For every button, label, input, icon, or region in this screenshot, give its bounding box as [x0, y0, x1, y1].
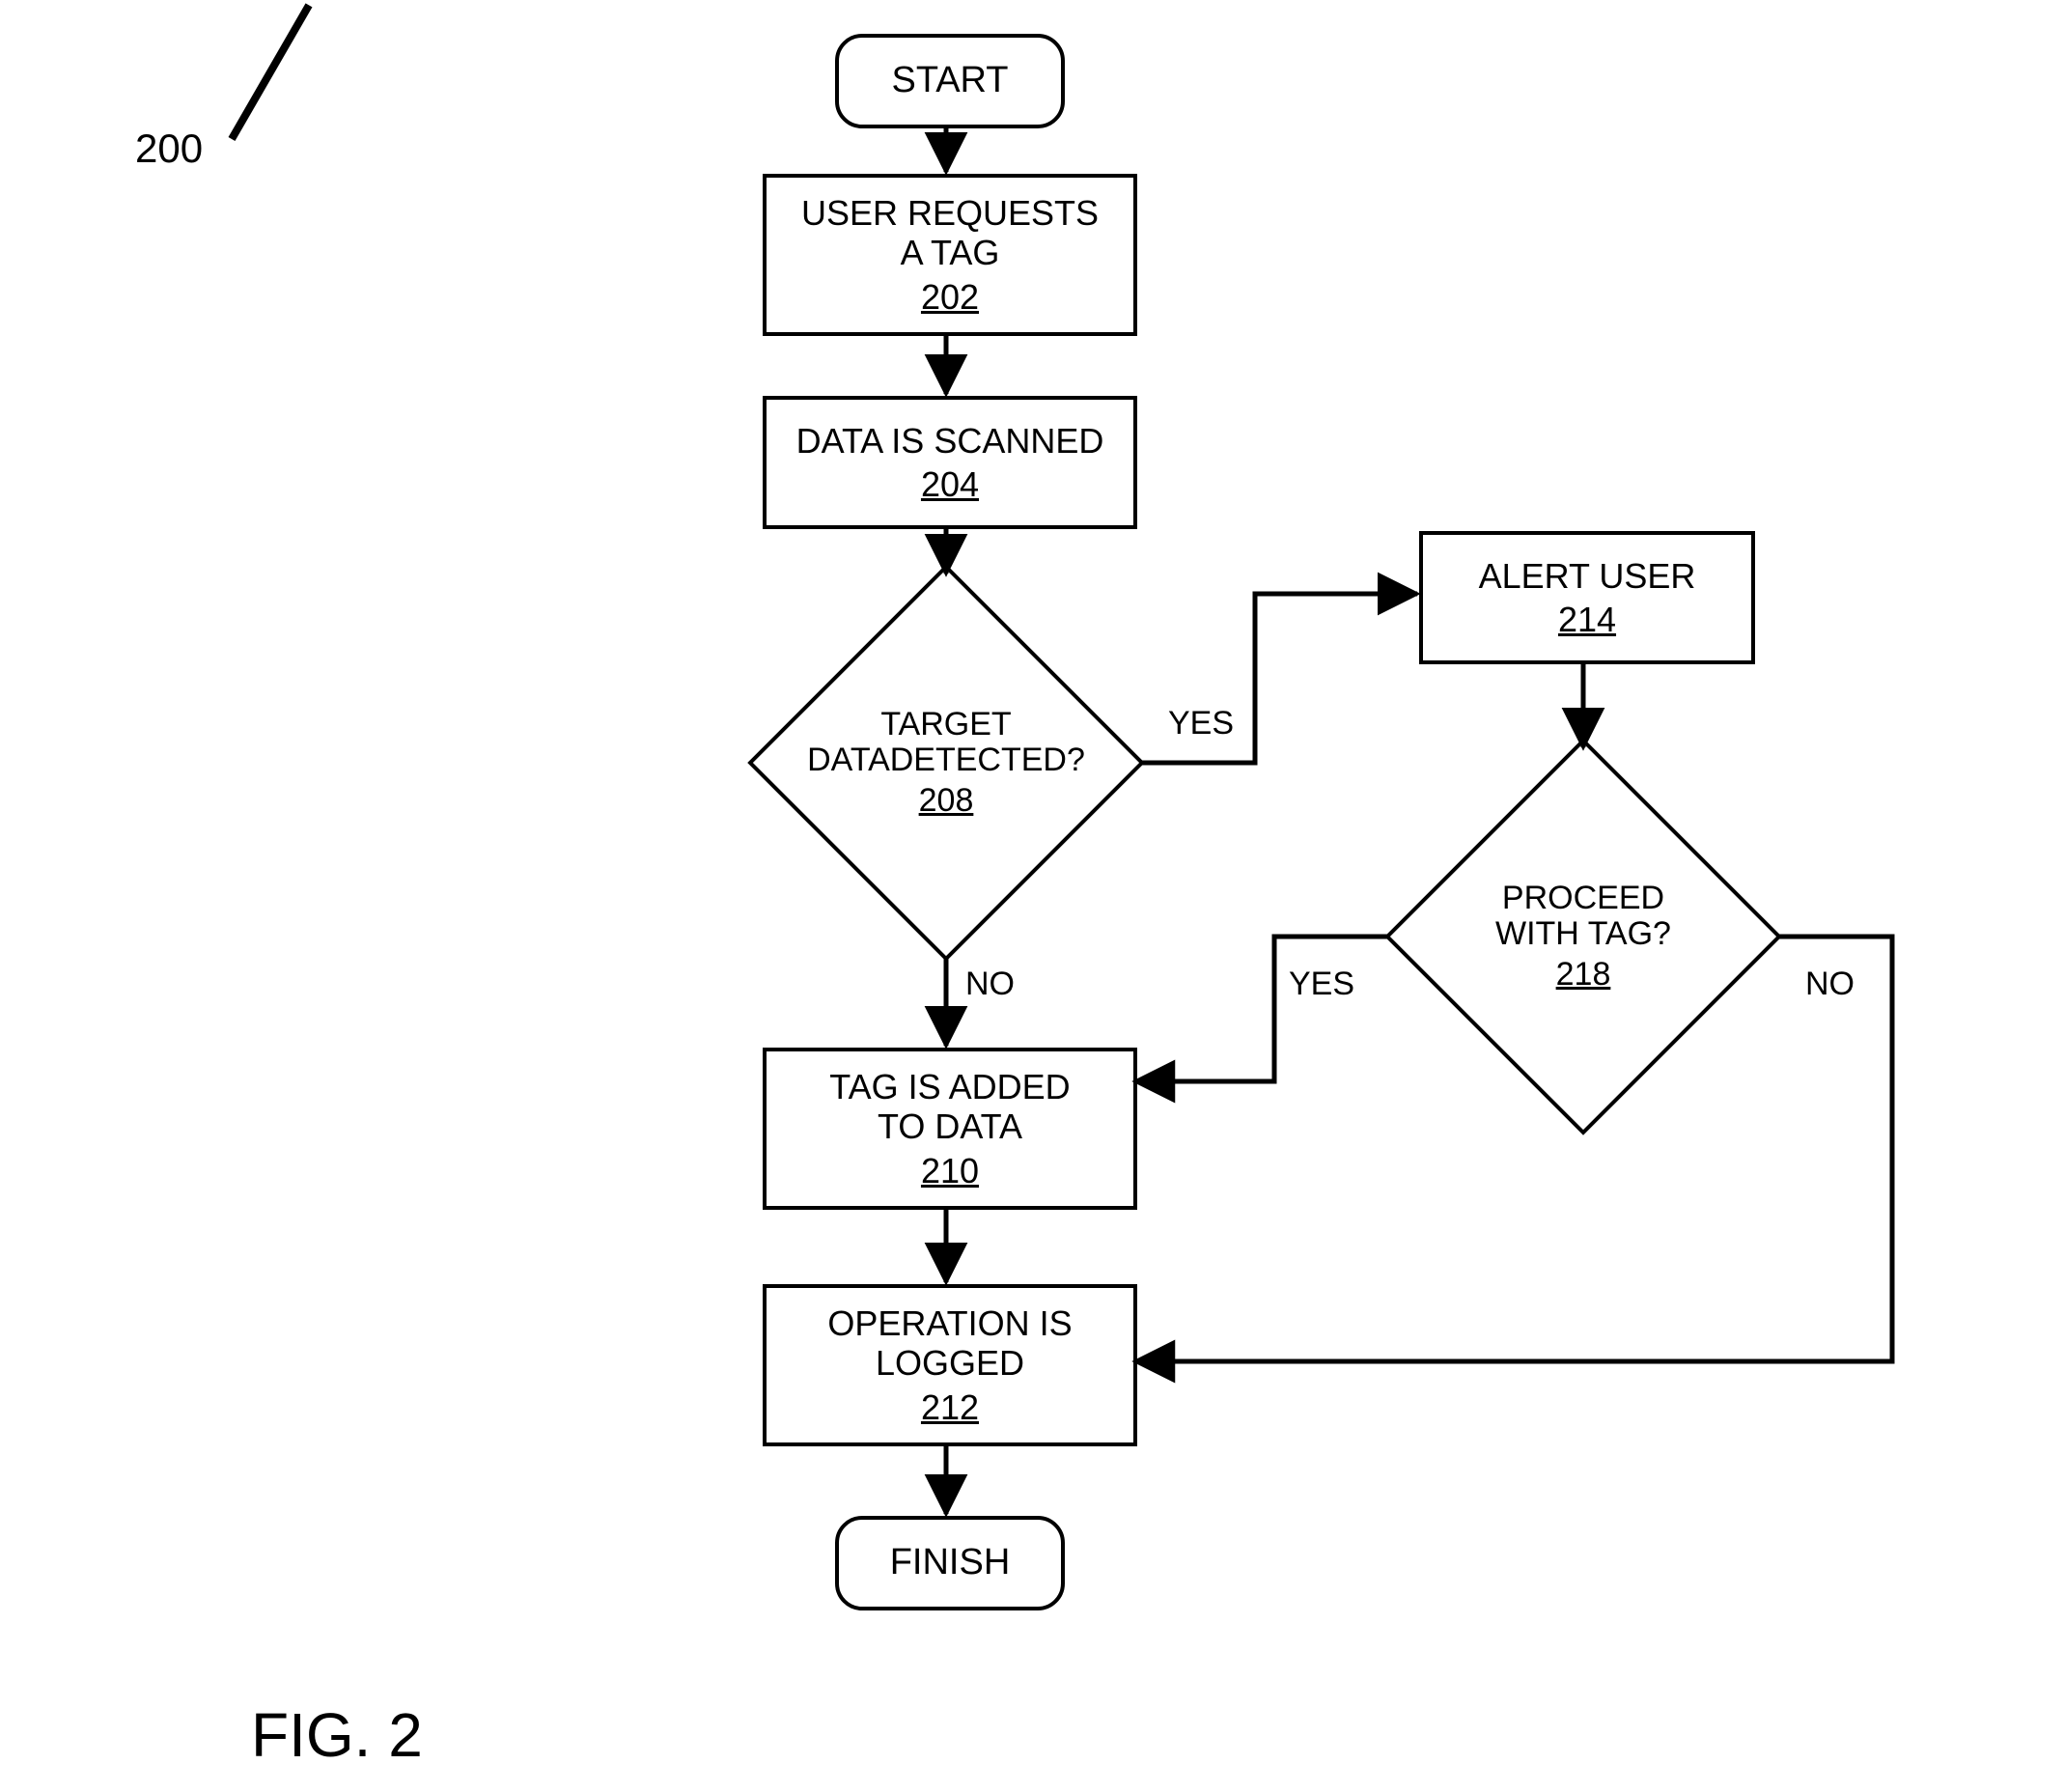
decision-218: PROCEED WITH TAG? 218	[1390, 743, 1776, 1130]
edge-label-208-no: NO	[965, 966, 1015, 1003]
figure-ref-number: 200	[135, 126, 203, 172]
process-212-ref: 212	[921, 1387, 979, 1427]
terminator-start-label: START	[891, 60, 1008, 102]
process-204-line1: DATA IS SCANNED	[796, 421, 1104, 461]
terminator-finish: FINISH	[835, 1516, 1065, 1610]
terminator-start: START	[835, 34, 1065, 128]
process-212-line2: LOGGED	[876, 1343, 1024, 1383]
process-210-line2: TO DATA	[878, 1106, 1022, 1146]
process-210-line1: TAG IS ADDED	[829, 1067, 1070, 1106]
decision-208: TARGET DATADETECTED? 208	[753, 570, 1139, 956]
edge-label-218-yes: YES	[1289, 966, 1354, 1003]
process-204-ref: 204	[921, 464, 979, 504]
edge-label-218-no: NO	[1805, 966, 1855, 1003]
process-210: TAG IS ADDED TO DATA 210	[763, 1048, 1137, 1210]
process-202-line2: A TAG	[901, 233, 1000, 272]
process-202: USER REQUESTS A TAG 202	[763, 174, 1137, 336]
edge-label-208-yes: YES	[1168, 705, 1234, 742]
process-214-ref: 214	[1558, 600, 1616, 639]
flowchart-canvas: 200 START USER REQUESTS A TAG 202 DATA I…	[0, 0, 2064, 1792]
process-202-line1: USER REQUESTS	[801, 193, 1099, 233]
process-214: ALERT USER 214	[1419, 531, 1755, 664]
process-204: DATA IS SCANNED 204	[763, 396, 1137, 529]
process-212-line1: OPERATION IS	[827, 1303, 1072, 1343]
figure-caption: FIG. 2	[251, 1699, 423, 1771]
process-202-ref: 202	[921, 277, 979, 317]
process-214-line1: ALERT USER	[1479, 556, 1696, 596]
figure-ref-tick	[229, 3, 313, 141]
decision-218-shape	[1384, 738, 1782, 1135]
process-212: OPERATION IS LOGGED 212	[763, 1284, 1137, 1446]
decision-208-shape	[747, 564, 1145, 962]
process-210-ref: 210	[921, 1151, 979, 1190]
terminator-finish-label: FINISH	[890, 1542, 1011, 1584]
